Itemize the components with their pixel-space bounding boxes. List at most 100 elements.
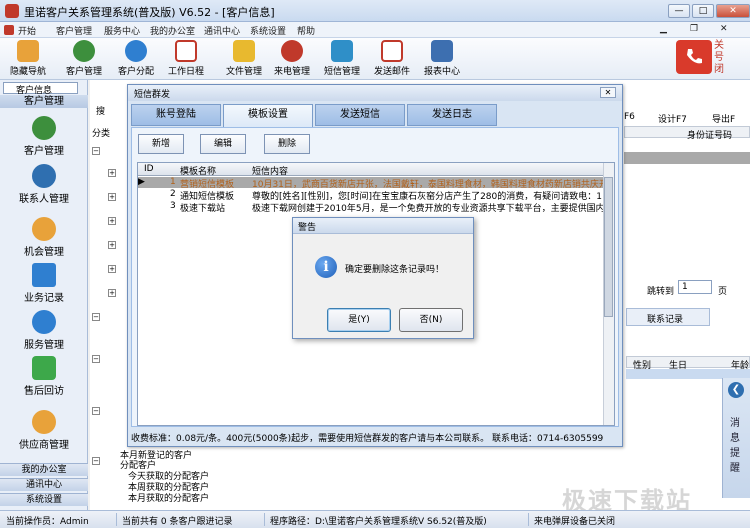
scroll-thumb[interactable] bbox=[604, 177, 613, 317]
tab-log[interactable]: 发送日志 bbox=[407, 104, 497, 126]
collapse-arrow-icon[interactable]: ❮ bbox=[728, 382, 744, 398]
tree-expander[interactable]: + bbox=[108, 289, 116, 297]
users-icon bbox=[73, 40, 95, 62]
message-strip[interactable]: ❮ 消息提醒 bbox=[722, 378, 750, 498]
add-button[interactable]: 新增 bbox=[138, 134, 184, 154]
tab-template[interactable]: 模板设置 bbox=[223, 104, 313, 128]
left-nav-tab[interactable]: 客户信息 bbox=[3, 82, 78, 96]
nav-service[interactable]: 服务管理 bbox=[0, 306, 88, 352]
tab-send[interactable]: 发送短信 bbox=[315, 104, 405, 126]
left-nav-section[interactable]: 客户管理 bbox=[0, 95, 88, 108]
phone-popup-label: 关 号 闭 bbox=[714, 40, 724, 75]
close-button[interactable]: ✕ bbox=[716, 4, 750, 18]
menu-settings[interactable]: 系统设置 bbox=[250, 24, 286, 37]
handset-icon bbox=[687, 49, 702, 64]
nav-opportunities[interactable]: 机会管理 bbox=[0, 213, 88, 259]
status-summary: 当前共有 0 条客户跟进记录 bbox=[122, 517, 233, 527]
design-button[interactable]: 设计F7 bbox=[658, 112, 687, 125]
tree-expander[interactable]: − bbox=[92, 457, 100, 465]
toolbar-email[interactable]: 发送邮件 bbox=[366, 40, 418, 78]
tree-expander[interactable]: − bbox=[92, 407, 100, 415]
edit-button[interactable]: 编辑 bbox=[200, 134, 246, 154]
menu-bar: 开始 客户管理 服务中心 我的办公室 通讯中心 系统设置 帮助 ▁ ❐ ✕ bbox=[0, 22, 750, 38]
toolbar-schedule[interactable]: 工作日程 bbox=[160, 40, 212, 78]
menu-mdi-close[interactable]: ✕ bbox=[720, 24, 728, 34]
col-content[interactable]: 短信内容 bbox=[252, 164, 288, 177]
toolbar-customer[interactable]: 客户管理 bbox=[58, 40, 110, 78]
assign-icon bbox=[125, 40, 147, 62]
chat-icon bbox=[32, 356, 56, 380]
jump-label: 跳转到 bbox=[647, 287, 675, 297]
nav-business[interactable]: 业务记录 bbox=[0, 259, 88, 305]
toolbar-files[interactable]: 文件管理 bbox=[218, 40, 270, 78]
sms-icon bbox=[331, 40, 353, 62]
phone-popup-button[interactable] bbox=[676, 40, 712, 74]
tree-expander[interactable]: + bbox=[108, 241, 116, 249]
confirm-dialog: 警告 i 确定要删除这条记录吗！ 是(Y) 否(N) bbox=[292, 217, 474, 339]
tree-expander[interactable]: + bbox=[108, 169, 116, 177]
toolbar-assign[interactable]: 客户分配 bbox=[110, 40, 162, 78]
contact-tab[interactable]: 联系记录 bbox=[626, 308, 710, 326]
tree-expander[interactable]: − bbox=[92, 313, 100, 321]
nav-customer[interactable]: 客户管理 bbox=[0, 112, 88, 158]
menu-office[interactable]: 我的办公室 bbox=[150, 24, 195, 37]
table-row[interactable]: 3 极速下载站 极速下载网创建于2010年5月，是一个免费开放的专业资源共享下载… bbox=[138, 201, 614, 212]
nav-settings[interactable]: 系统设置 bbox=[0, 493, 88, 506]
globe-icon bbox=[32, 310, 56, 334]
dialog-close-button[interactable]: ✕ bbox=[600, 87, 616, 98]
tree-expander[interactable]: + bbox=[108, 193, 116, 201]
chart-icon bbox=[32, 263, 56, 287]
tree-expander[interactable]: + bbox=[108, 265, 116, 273]
app-logo-icon bbox=[5, 4, 19, 18]
start-icon bbox=[4, 25, 14, 35]
confirm-title: 警告 bbox=[293, 218, 473, 234]
tree-expander[interactable]: − bbox=[92, 147, 100, 155]
id-column-header: 身份证号码 bbox=[624, 126, 750, 141]
delete-button[interactable]: 删除 bbox=[264, 134, 310, 154]
selected-row-bg bbox=[624, 152, 750, 164]
jump-input[interactable]: 1 bbox=[678, 280, 712, 294]
chart-icon bbox=[431, 40, 453, 62]
grid-header: ID 模板名称 短信内容 bbox=[138, 163, 614, 177]
nav-office[interactable]: 我的办公室 bbox=[0, 463, 88, 476]
toolbar-calls[interactable]: 来电管理 bbox=[266, 40, 318, 78]
tree-expander[interactable]: − bbox=[92, 355, 100, 363]
no-button[interactable]: 否(N) bbox=[399, 308, 463, 332]
table-row[interactable]: 2 通知短信模板 尊敬的[姓名][性别]，您[时间]在宝宝康石灰窑分店产生了28… bbox=[138, 189, 614, 200]
contact-icon bbox=[32, 164, 56, 188]
col-name[interactable]: 模板名称 bbox=[180, 164, 216, 177]
menu-comm[interactable]: 通讯中心 bbox=[204, 24, 240, 37]
calendar-icon bbox=[175, 40, 197, 62]
pricing-note: 收费标准：0.08元/条。400元(5000条)起步，需要使用短信群发的客户请与… bbox=[131, 434, 604, 444]
maximize-button[interactable]: □ bbox=[692, 4, 714, 18]
supplier-icon bbox=[32, 410, 56, 434]
menu-start[interactable]: 开始 bbox=[18, 24, 36, 37]
tree-expander[interactable]: + bbox=[108, 217, 116, 225]
category-label: 分类 bbox=[92, 129, 111, 139]
tab-login[interactable]: 账号登陆 bbox=[131, 104, 221, 126]
star-icon bbox=[32, 217, 56, 241]
minimize-button[interactable]: — bbox=[668, 4, 690, 18]
tree-assigned-month[interactable]: 本月获取的分配客户 bbox=[128, 491, 209, 504]
nav-followup[interactable]: 售后回访 bbox=[0, 352, 88, 398]
nav-comm[interactable]: 通讯中心 bbox=[0, 478, 88, 491]
table-row[interactable]: ▶ 1 营销短信模板 10月31日，武商百货新店开张，法国戴轩，泰国料理食材，韩… bbox=[138, 177, 614, 188]
dialog-title: 短信群发 bbox=[128, 85, 622, 101]
nav-contacts[interactable]: 联系人管理 bbox=[0, 160, 88, 206]
toolbar-hide-nav[interactable]: 隐藏导航 bbox=[2, 40, 54, 78]
nav-supplier[interactable]: 供应商管理 bbox=[0, 406, 88, 452]
menu-customer[interactable]: 客户管理 bbox=[56, 24, 92, 37]
col-id[interactable]: ID bbox=[144, 164, 154, 174]
menu-mdi-min[interactable]: ▁ bbox=[660, 24, 667, 34]
yes-button[interactable]: 是(Y) bbox=[327, 308, 391, 332]
menu-help[interactable]: 帮助 bbox=[297, 24, 315, 37]
window-title: 里诺客户关系管理系统(普及版) V6.52 - [客户信息] bbox=[24, 6, 275, 19]
contact-grid-header: 性别 生日 年龄 bbox=[626, 356, 750, 371]
toolbar-reports[interactable]: 报表中心 bbox=[416, 40, 468, 78]
grid-scrollbar[interactable] bbox=[603, 163, 614, 425]
phone-icon bbox=[281, 40, 303, 62]
export-button[interactable]: 导出F bbox=[712, 112, 735, 125]
toolbar-sms[interactable]: 短信管理 bbox=[316, 40, 368, 78]
menu-service[interactable]: 服务中心 bbox=[104, 24, 140, 37]
menu-mdi-restore[interactable]: ❐ bbox=[690, 24, 698, 34]
